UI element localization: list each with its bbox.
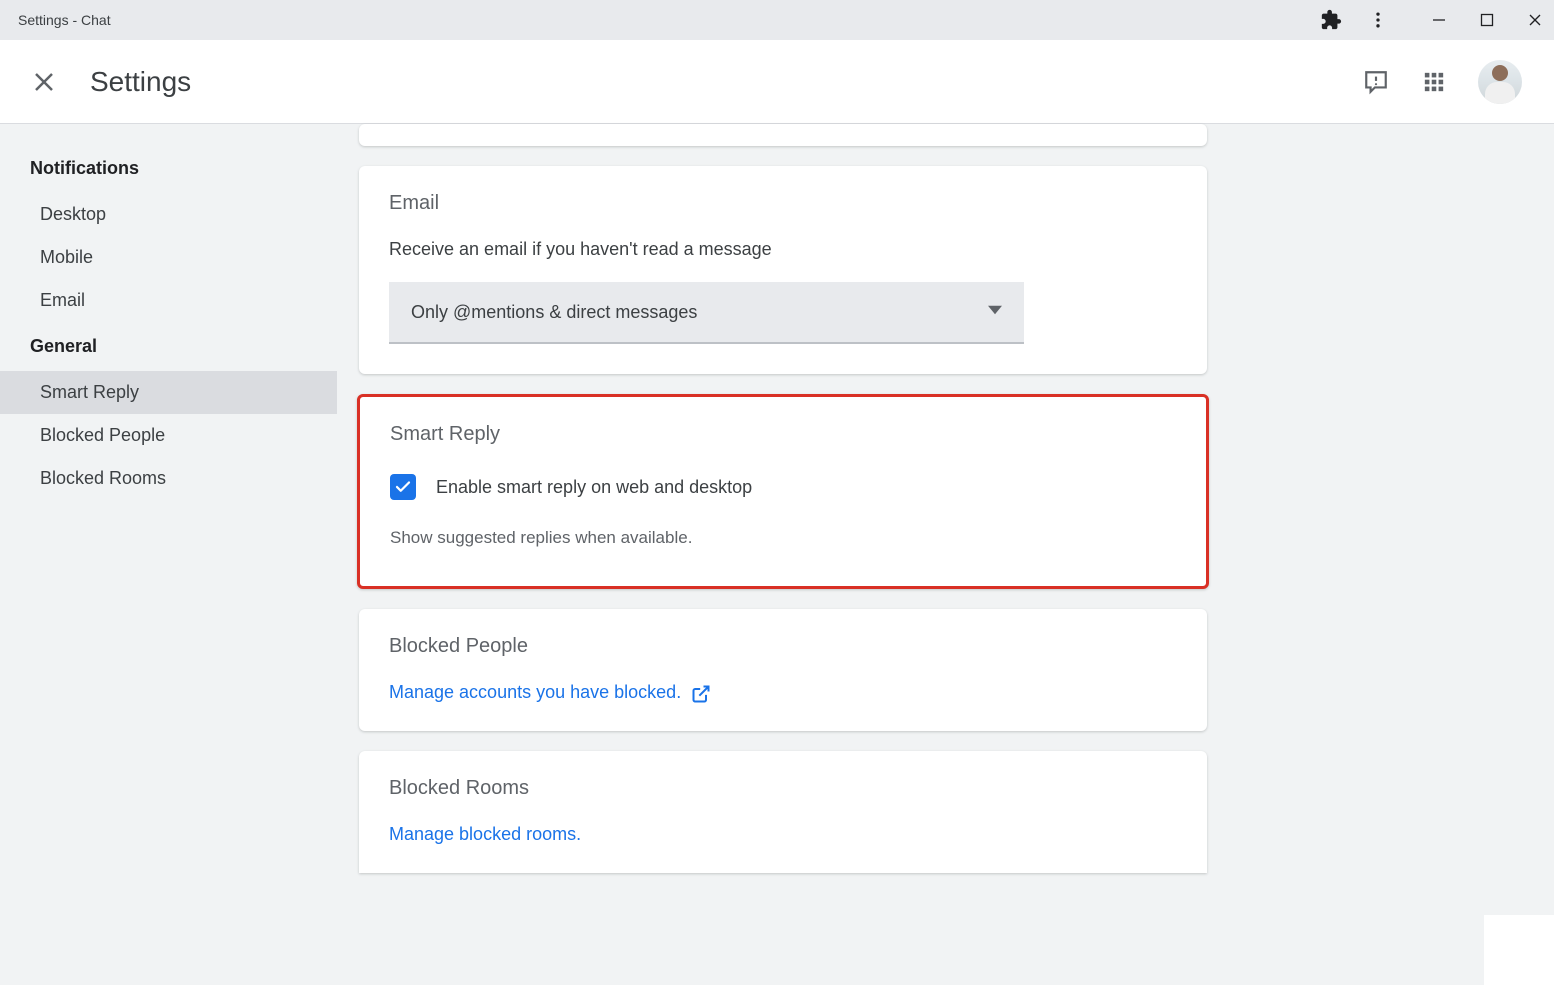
sidebar-item-blocked-people[interactable]: Blocked People	[0, 414, 337, 457]
apps-grid-icon[interactable]	[1420, 68, 1448, 96]
sidebar-item-email[interactable]: Email	[0, 279, 337, 322]
email-frequency-select[interactable]: Only @mentions & direct messages	[389, 282, 1024, 344]
sidebar-item-blocked-rooms[interactable]: Blocked Rooms	[0, 457, 337, 500]
minimize-button[interactable]	[1432, 13, 1446, 27]
more-options-icon[interactable]	[1368, 10, 1388, 30]
smart-reply-checkbox-row[interactable]: Enable smart reply on web and desktop	[390, 474, 1176, 500]
page-title: Settings	[90, 66, 191, 98]
settings-sidebar: Notifications Desktop Mobile Email Gener…	[0, 124, 337, 985]
smart-reply-checkbox-label: Enable smart reply on web and desktop	[436, 477, 752, 498]
manage-blocked-rooms-label: Manage blocked rooms.	[389, 824, 581, 845]
blocked-people-title: Blocked People	[389, 635, 1177, 658]
email-card: Email Receive an email if you haven't re…	[359, 166, 1207, 374]
smart-reply-card-title: Smart Reply	[390, 423, 1176, 446]
main-area: Notifications Desktop Mobile Email Gener…	[0, 124, 1554, 985]
blocked-rooms-card: Blocked Rooms Manage blocked rooms.	[359, 751, 1207, 873]
sidebar-group-notifications: Notifications	[0, 144, 337, 193]
extension-icon[interactable]	[1320, 9, 1342, 31]
app-header: Settings	[0, 40, 1554, 124]
feedback-icon[interactable]	[1362, 68, 1390, 96]
smart-reply-helper-text: Show suggested replies when available.	[390, 528, 1176, 548]
close-settings-icon[interactable]	[32, 70, 56, 94]
corner-patch	[1484, 915, 1554, 985]
manage-blocked-people-link[interactable]: Manage accounts you have blocked.	[389, 682, 709, 703]
manage-blocked-rooms-link[interactable]: Manage blocked rooms.	[389, 824, 581, 845]
smart-reply-checkbox[interactable]	[390, 474, 416, 500]
card-stub-top	[359, 124, 1207, 146]
sidebar-item-mobile[interactable]: Mobile	[0, 236, 337, 279]
close-window-button[interactable]	[1528, 13, 1542, 27]
smart-reply-card: Smart Reply Enable smart reply on web an…	[357, 394, 1209, 589]
dropdown-arrow-icon	[988, 303, 1002, 322]
manage-blocked-people-label: Manage accounts you have blocked.	[389, 682, 681, 703]
maximize-button[interactable]	[1480, 13, 1494, 27]
sidebar-item-smart-reply[interactable]: Smart Reply	[0, 371, 337, 414]
blocked-people-card: Blocked People Manage accounts you have …	[359, 609, 1207, 731]
settings-content: Email Receive an email if you haven't re…	[337, 124, 1554, 985]
blocked-rooms-title: Blocked Rooms	[389, 777, 1177, 800]
email-card-title: Email	[389, 192, 1177, 215]
email-select-value: Only @mentions & direct messages	[411, 302, 697, 323]
sidebar-group-general: General	[0, 322, 337, 371]
email-card-description: Receive an email if you haven't read a m…	[389, 239, 1177, 260]
window-title: Settings - Chat	[12, 12, 111, 28]
open-external-icon	[691, 684, 709, 702]
sidebar-item-desktop[interactable]: Desktop	[0, 193, 337, 236]
titlebar-controls	[1320, 9, 1542, 31]
window-titlebar: Settings - Chat	[0, 0, 1554, 40]
account-avatar[interactable]	[1478, 60, 1522, 104]
